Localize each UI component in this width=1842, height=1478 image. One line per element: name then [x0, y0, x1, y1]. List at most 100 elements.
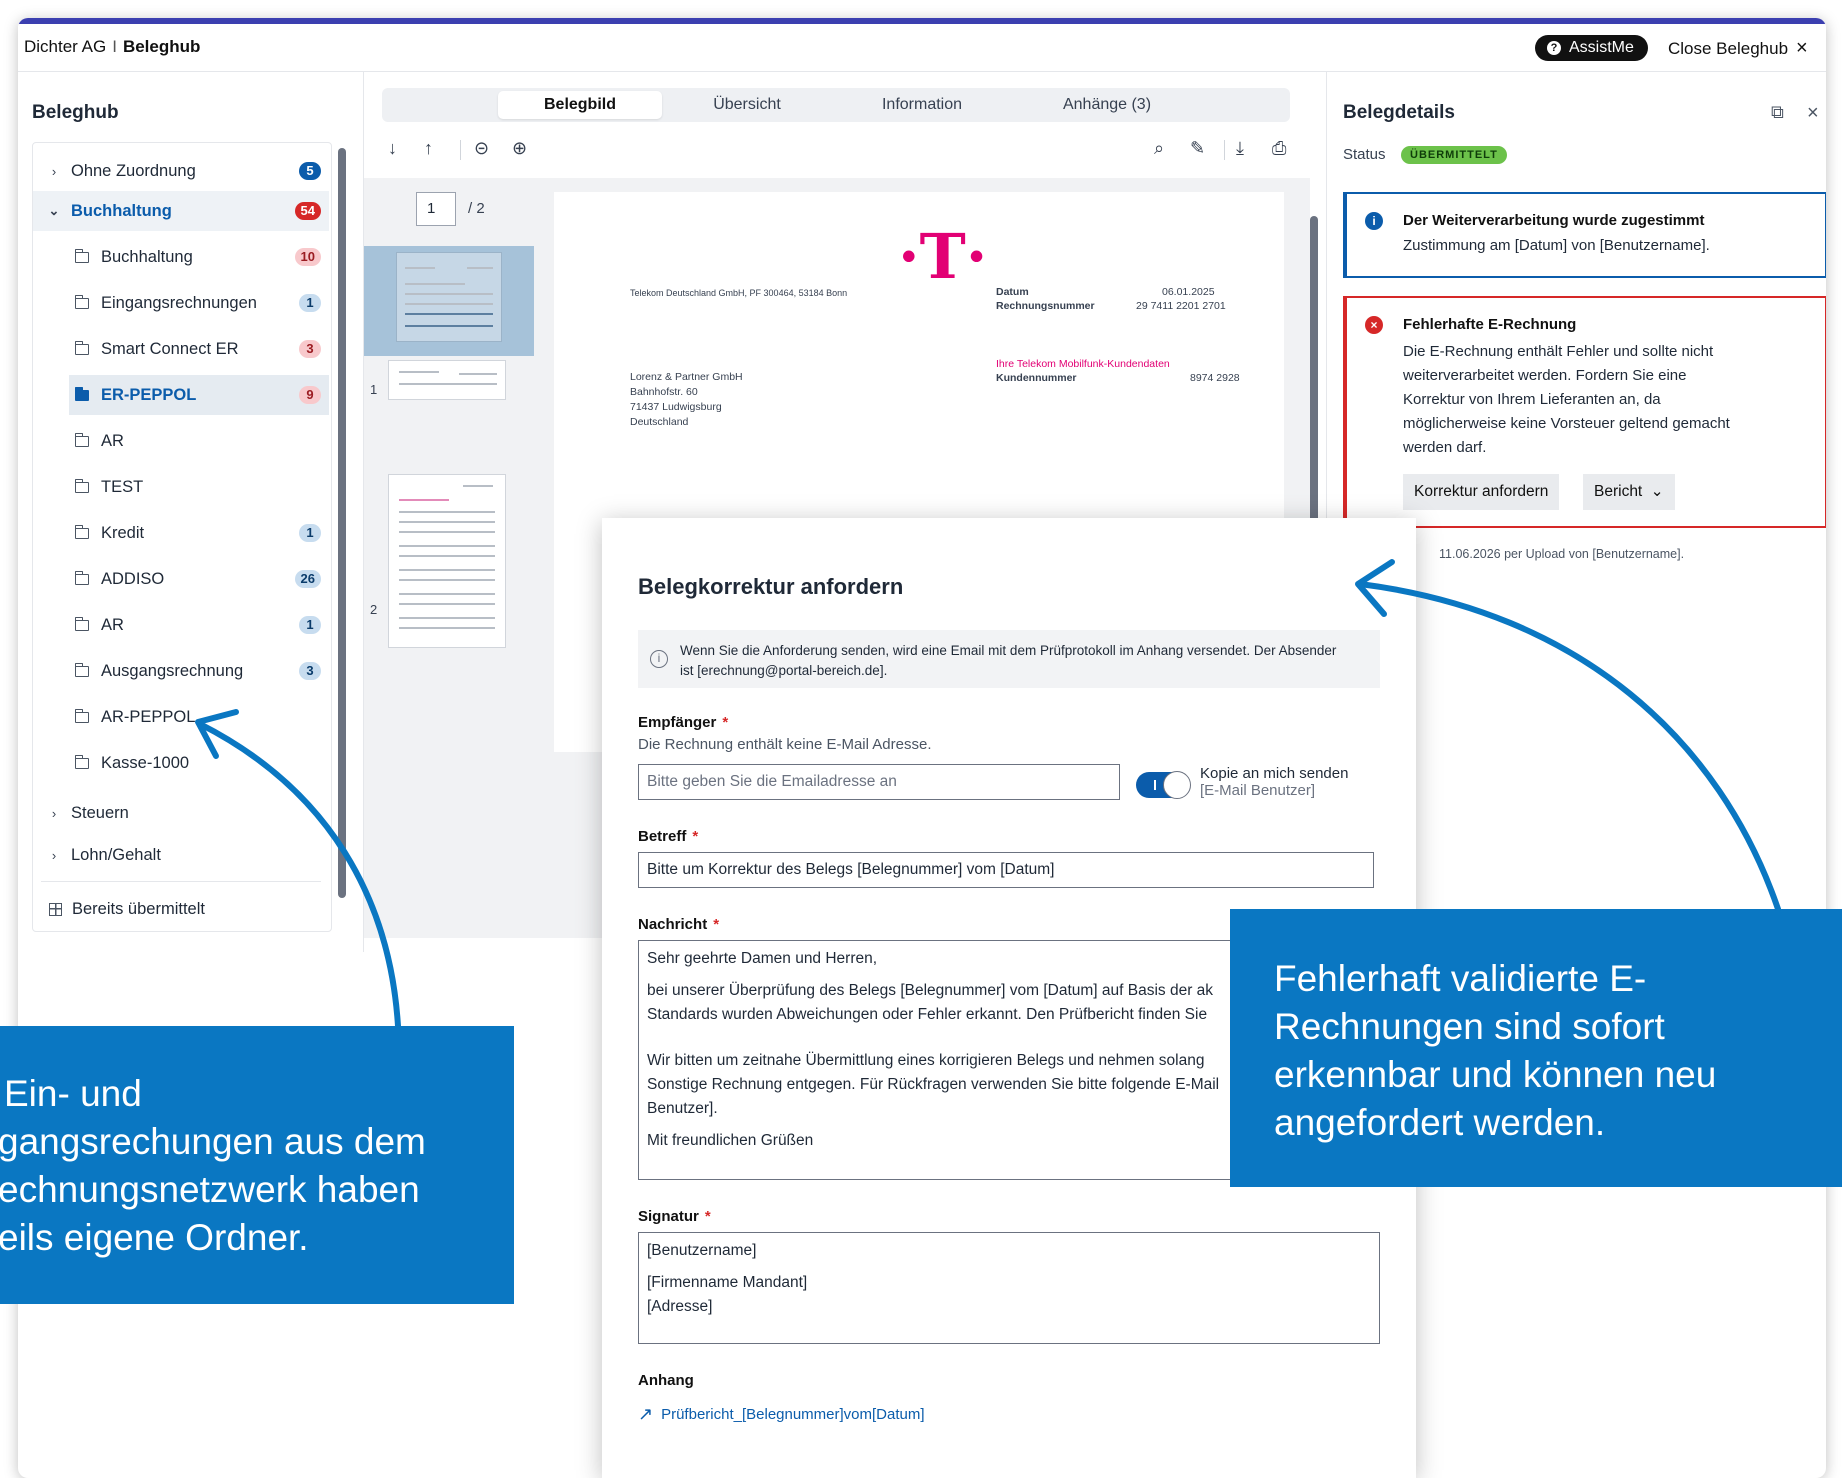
chevron-down-icon: ⌄: [1650, 483, 1664, 500]
copy-to-me-email: [E-Mail Benutzer]: [1200, 782, 1316, 799]
thumbnail-page[interactable]: [396, 252, 502, 342]
close-icon[interactable]: ×: [1807, 102, 1819, 125]
folder-item[interactable]: Buchhaltung 10: [33, 237, 329, 277]
message-label: Nachricht *: [638, 916, 720, 933]
tree-item-ohne-zuordnung[interactable]: › Ohne Zuordnung 5: [33, 151, 329, 191]
chevron-right-icon[interactable]: ›: [47, 848, 61, 863]
folder-item[interactable]: AR 1: [33, 605, 329, 645]
count-badge: 1: [299, 294, 321, 312]
dialog-note: i Wenn Sie die Anforderung senden, wird …: [638, 630, 1380, 688]
invoice-kd-label: Kundennummer: [996, 372, 1077, 384]
details-title: Belegdetails: [1343, 102, 1455, 123]
folder-item[interactable]: AR: [33, 421, 329, 461]
chevron-down-icon[interactable]: ⌄: [47, 203, 61, 219]
telekom-logo: ·T·: [898, 220, 988, 293]
sidebar-title: Beleghub: [32, 102, 119, 123]
thumbnail-page[interactable]: [388, 474, 506, 648]
folder-open-icon: [74, 386, 89, 401]
tree-item-buchhaltung[interactable]: ⌄ Buchhaltung 54: [33, 191, 329, 231]
upload-meta: 11.06.2026 per Upload von [Benutzername]…: [1439, 547, 1685, 561]
info-text: Zustimmung am [Datum] von [Benutzername]…: [1403, 237, 1710, 254]
subject-input[interactable]: Bitte um Korrektur des Belegs [Belegnumm…: [638, 852, 1374, 888]
folder-item-er-peppol[interactable]: ER-PEPPOL 9: [69, 375, 329, 415]
help-icon: ?: [1547, 41, 1561, 55]
invoice-datum-label: Datum: [996, 286, 1029, 298]
copy-to-me-toggle[interactable]: [1136, 771, 1191, 799]
invoice-recipient: Lorenz & Partner GmbH Bahnhofstr. 60 71437…: [630, 371, 743, 428]
korrektur-anfordern-button[interactable]: Korrektur anfordern: [1403, 474, 1560, 510]
info-icon: i: [650, 650, 668, 668]
count-badge: 1: [299, 524, 321, 542]
arrow-up-icon[interactable]: ↑: [424, 138, 433, 159]
count-badge: 1: [299, 616, 321, 634]
search-icon[interactable]: ⌕: [1154, 138, 1164, 159]
invoice-customer-title: Ihre Telekom Mobilfunk-Kundendaten: [996, 358, 1170, 370]
print-icon[interactable]: ⎙: [1272, 138, 1286, 159]
callout-right: Fehlerhaft validierte E- Rechnungen sind…: [1230, 909, 1842, 1187]
subject-label: Betreff *: [638, 828, 699, 845]
error-title: Fehlerhafte E-Rechnung: [1403, 316, 1577, 333]
folder-icon: [74, 662, 89, 677]
open-external-icon[interactable]: ⧉: [1771, 102, 1784, 123]
tab-belegbild[interactable]: Belegbild: [498, 91, 662, 119]
signature-textarea[interactable]: [Benutzername] [Firmenname Mandant] [Adres…: [638, 1232, 1380, 1344]
tree-item-lohn-gehalt[interactable]: › Lohn/Gehalt: [33, 835, 329, 875]
folder-item[interactable]: Kredit 1: [33, 513, 329, 553]
sidebar: Beleghub › Ohne Zuordnung 5 ⌄ Buchhaltung 54…: [18, 72, 364, 952]
tree-item-bereits-uebermittelt[interactable]: Bereits übermittelt: [33, 889, 329, 929]
folder-item[interactable]: Ausgangsrechnung 3: [33, 651, 329, 691]
recipient-email-input[interactable]: Bitte geben Sie die Emailadresse an: [638, 764, 1120, 800]
folder-icon: [74, 294, 89, 309]
folder-icon: [74, 478, 89, 493]
thumbnail-page[interactable]: [388, 360, 506, 400]
pdf-icon: ↗: [638, 1404, 654, 1424]
invoice-kd-value: 8974 2928: [1190, 372, 1240, 384]
folder-item[interactable]: Kasse-1000: [33, 743, 329, 783]
info-title: Der Weiterverarbeitung wurde zugestimmt: [1403, 212, 1705, 229]
bericht-dropdown[interactable]: Bericht ⌄: [1583, 474, 1675, 510]
dialog-title: Belegkorrektur anfordern: [638, 574, 904, 599]
close-icon: ×: [1796, 37, 1808, 59]
chevron-right-icon[interactable]: ›: [47, 806, 61, 821]
attachment-link[interactable]: ↗ Prüfbericht_[Belegnummer]vom[Datum]: [638, 1404, 925, 1425]
folder-item[interactable]: Eingangsrechnungen 1: [33, 283, 329, 323]
tab-anhaenge[interactable]: Anhänge (3): [1032, 91, 1182, 119]
count-badge: 10: [294, 248, 321, 266]
count-badge: 3: [299, 340, 321, 358]
zoom-out-icon[interactable]: ⊝: [474, 138, 489, 159]
zoom-in-icon[interactable]: ⊕: [512, 138, 527, 159]
invoice-rn-value: 29 7411 2201 2701: [1136, 300, 1226, 312]
chevron-right-icon[interactable]: ›: [47, 164, 61, 179]
sidebar-scrollbar[interactable]: [338, 148, 346, 898]
count-badge: 3: [299, 662, 321, 680]
folder-icon: [74, 708, 89, 723]
count-badge: 26: [294, 570, 321, 588]
signature-label: Signatur *: [638, 1208, 711, 1225]
company-name[interactable]: Dichter AG: [24, 37, 106, 56]
assistme-button[interactable]: ? AssistMe: [1535, 35, 1648, 61]
page-number-input[interactable]: 1: [416, 192, 456, 226]
recipient-hint: Die Rechnung enthält keine E-Mail Adress…: [638, 736, 932, 753]
count-badge: 9: [299, 386, 321, 404]
folder-item[interactable]: TEST: [33, 467, 329, 507]
tab-information[interactable]: Information: [852, 91, 992, 119]
folder-icon: [74, 616, 89, 631]
download-icon[interactable]: ⤓: [1236, 138, 1244, 159]
tab-uebersicht[interactable]: Übersicht: [682, 91, 812, 119]
info-icon: i: [1365, 212, 1383, 230]
app-name: Beleghub: [122, 37, 201, 56]
divider: [1224, 140, 1225, 160]
edit-icon[interactable]: ✎: [1190, 138, 1205, 159]
folder-item-ar-peppol[interactable]: AR-PEPPOL: [33, 697, 329, 737]
close-beleghub-button[interactable]: Close Beleghub ×: [1668, 37, 1808, 60]
thumbnail-selected[interactable]: [364, 246, 534, 356]
folder-item[interactable]: ADDISO 26: [33, 559, 329, 599]
thumbnail-number: 1: [370, 382, 378, 397]
info-message: i Der Weiterverarbeitung wurde zugestimm…: [1343, 192, 1826, 278]
status-badge: ÜBERMITTELT: [1401, 146, 1507, 164]
tree-item-steuern[interactable]: › Steuern: [33, 793, 329, 833]
invoice-datum-value: 06.01.2025: [1162, 286, 1215, 298]
divider: [41, 881, 321, 882]
arrow-down-icon[interactable]: ↓: [388, 138, 397, 159]
folder-item[interactable]: Smart Connect ER 3: [33, 329, 329, 369]
